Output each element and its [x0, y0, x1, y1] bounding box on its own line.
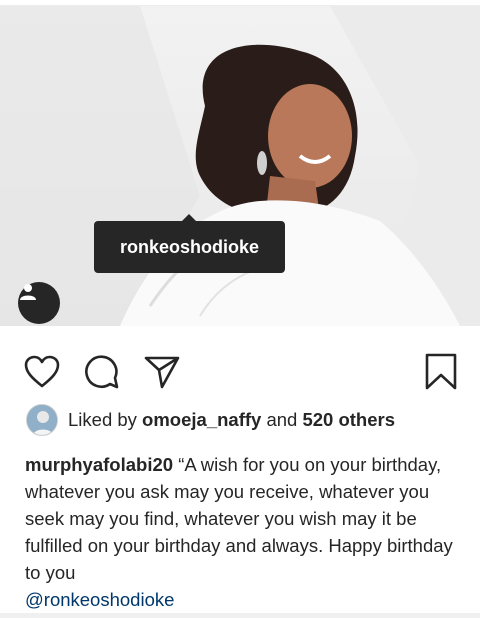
- likes-and: and: [266, 409, 298, 430]
- save-button[interactable]: [421, 352, 461, 392]
- post-photo: [0, 6, 480, 326]
- caption-mention[interactable]: @ronkeoshodioke: [25, 586, 465, 613]
- avatar-photo: [27, 405, 57, 435]
- post-caption: murphyafolabi20 “A wish for you on your …: [25, 451, 465, 613]
- liker-avatar[interactable]: [26, 404, 58, 436]
- post-image[interactable]: ronkeoshodioke: [0, 6, 480, 326]
- heart-icon: [24, 355, 60, 388]
- comment-icon: [85, 355, 119, 389]
- liker-username[interactable]: omoeja_naffy: [142, 409, 261, 431]
- likes-prefix: Liked by: [68, 409, 137, 430]
- tagged-username: ronkeoshodioke: [119, 236, 260, 257]
- post-action-bar: [0, 346, 480, 396]
- paper-plane-icon: [144, 356, 180, 389]
- person-icon: [20, 284, 36, 300]
- share-button[interactable]: [142, 352, 182, 392]
- likes-summary[interactable]: Liked by omoeja_naffy and 520 others: [26, 404, 395, 436]
- user-tag-bubble[interactable]: ronkeoshodioke: [94, 214, 285, 273]
- caption-username[interactable]: murphyafolabi20: [25, 454, 173, 475]
- bottom-divider: [0, 613, 480, 618]
- comment-button[interactable]: [82, 352, 122, 392]
- like-button[interactable]: [22, 352, 62, 392]
- likes-count[interactable]: 520 others: [302, 409, 395, 431]
- bookmark-icon: [425, 353, 457, 390]
- tagged-users-button[interactable]: [18, 282, 60, 324]
